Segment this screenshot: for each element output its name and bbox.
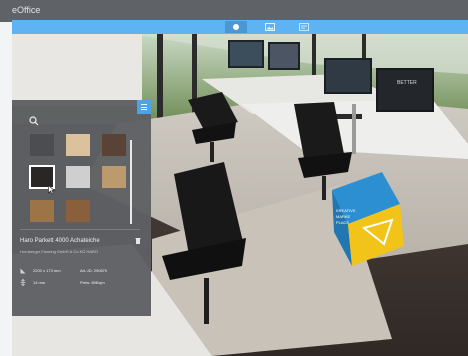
thickness-icon: [20, 279, 26, 286]
view-document-button[interactable]: [293, 21, 315, 33]
product-size: 2200 x 173 mm: [33, 268, 61, 273]
hamburger-line: [141, 109, 147, 110]
swatch-dark-grey[interactable]: [30, 134, 54, 156]
swatch-walnut[interactable]: [102, 134, 126, 156]
document-icon: [299, 23, 309, 31]
swatch-scrollbar-thumb[interactable]: [130, 140, 132, 224]
swatch-white-grey[interactable]: [66, 166, 90, 188]
search-icon[interactable]: [29, 116, 39, 126]
view-image-button[interactable]: [259, 21, 281, 33]
view-3d-button[interactable]: [225, 21, 247, 33]
swatch-rustic-oak[interactable]: [66, 200, 90, 222]
product-maker: Hornberger Flooring GmbH & Co.KG HARO: [20, 249, 99, 254]
dimensions-icon: [20, 268, 26, 274]
view-toolbar: [12, 20, 468, 34]
panel-divider: [20, 229, 140, 230]
product-price: Preis: 89€/qm: [80, 280, 105, 285]
cube-text-1: KREATIVE: [336, 208, 356, 213]
app-title: eOffice: [12, 5, 41, 15]
panel-menu-button[interactable]: [137, 100, 151, 114]
product-art-id: Art.-ID: 290870: [80, 268, 108, 273]
cube-text-3: PLACE: [336, 220, 349, 225]
app-title-bar: eOffice: [0, 0, 468, 22]
cube-text-2: MARKE: [336, 214, 351, 219]
left-strip: [0, 22, 12, 356]
swatch-honey-oak[interactable]: [30, 200, 54, 222]
hamburger-line: [141, 106, 147, 108]
swatch-natural-oak[interactable]: [102, 166, 126, 188]
hamburger-icon: [141, 104, 147, 105]
product-thickness: 14 mm: [33, 280, 46, 285]
image-icon: [265, 23, 275, 31]
record-dot-icon: [233, 24, 239, 30]
mouse-cursor-icon: [48, 185, 56, 195]
trash-icon[interactable]: [135, 237, 141, 244]
product-name: Haro Parkett 4000 Achateiche: [20, 238, 100, 244]
monitor-brand-text: BETTER: [397, 80, 417, 86]
swatch-light-oak[interactable]: [66, 134, 90, 156]
